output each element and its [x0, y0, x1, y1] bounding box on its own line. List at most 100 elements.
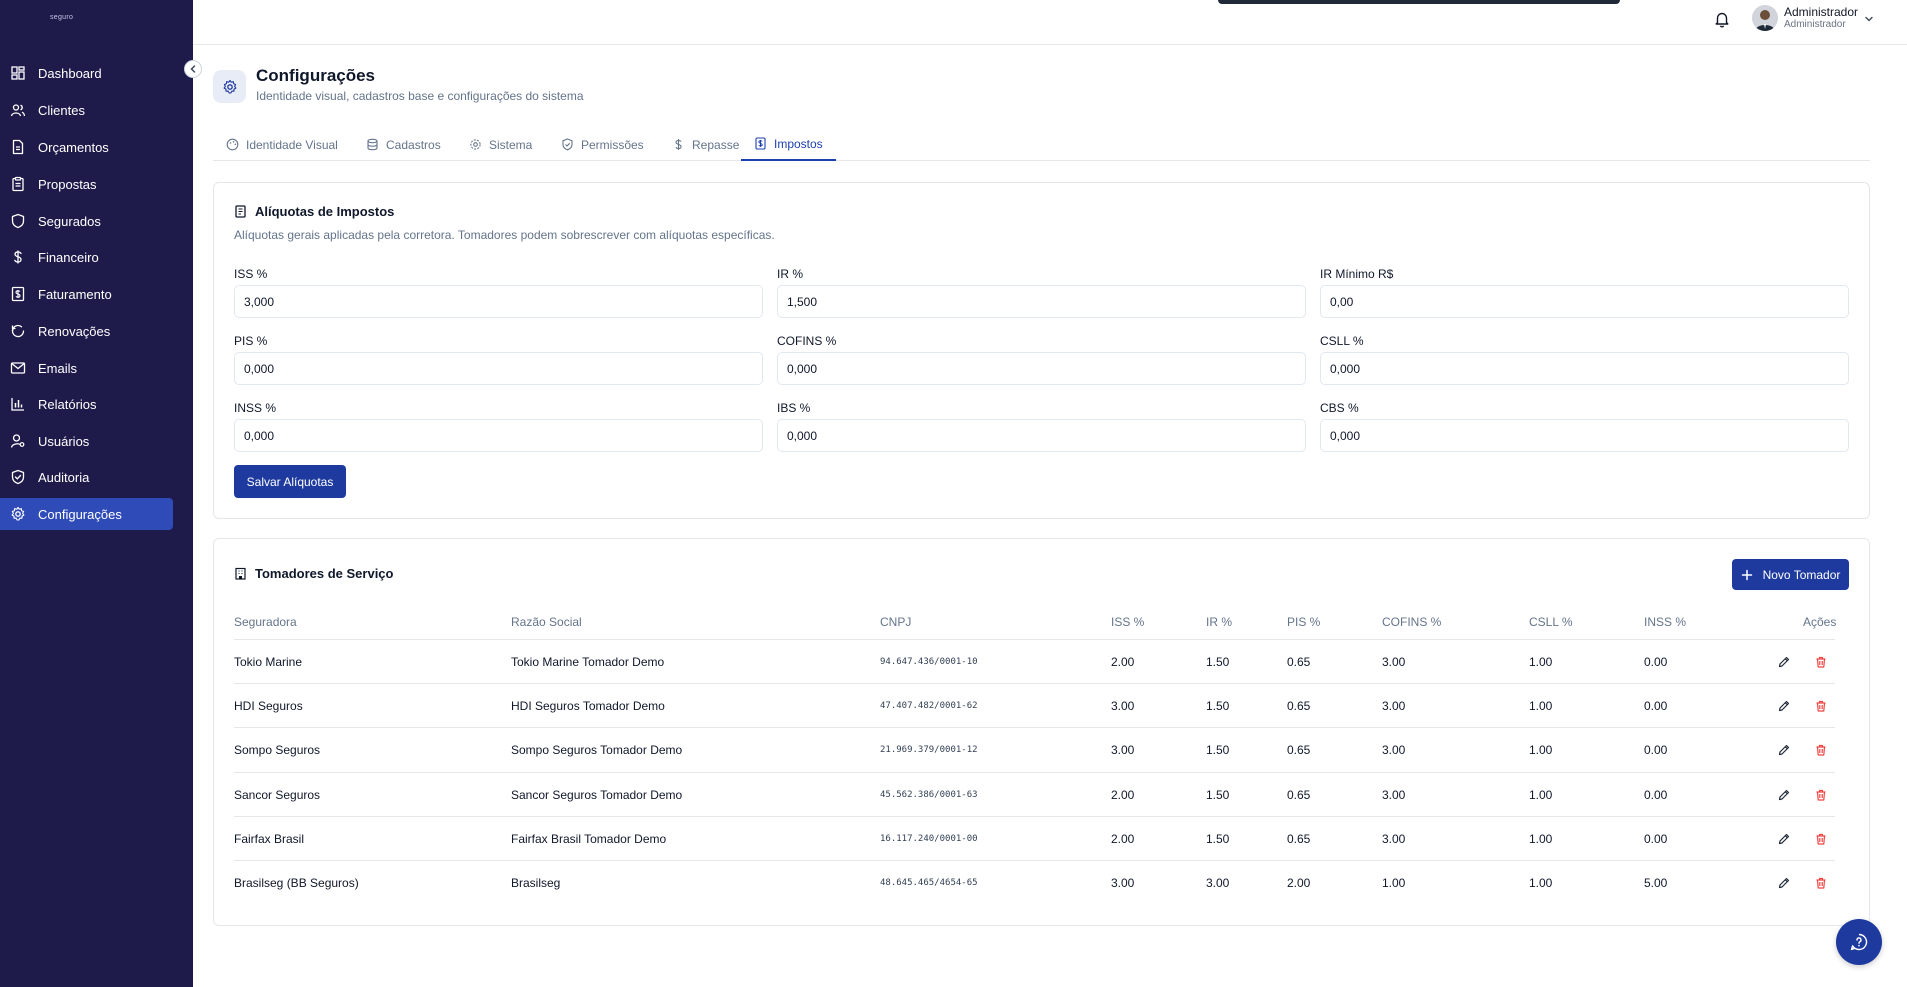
user-name[interactable]: Administrador [1784, 5, 1858, 19]
cell-inss: 0.00 [1644, 787, 1668, 802]
sidebar-item-renovacoes[interactable]: Renovações [0, 315, 173, 347]
sidebar-item-emails[interactable]: Emails [0, 352, 173, 384]
sidebar-item-relatorios[interactable]: Relatórios [0, 388, 173, 420]
cell-csll: 1.00 [1529, 831, 1553, 846]
trash-icon [1816, 877, 1826, 889]
file-icon [12, 139, 24, 155]
cell-razao-social: Sompo Seguros Tomador Demo [511, 743, 683, 758]
sidebar-item-label: Orçamentos [38, 139, 109, 155]
sidebar-item-label: Propostas [38, 176, 97, 192]
help-button[interactable] [1836, 919, 1882, 965]
cell-seguradora: HDI Seguros [234, 699, 303, 714]
dollar-icon [675, 139, 682, 150]
cell-csll: 1.00 [1529, 876, 1553, 890]
delete-button[interactable] [1812, 741, 1830, 759]
edit-button[interactable] [1775, 741, 1793, 759]
tab-cadastros[interactable]: Cadastros [366, 128, 441, 161]
sidebar-item-configuracoes[interactable]: Configurações [0, 498, 173, 530]
ir-field[interactable] [777, 285, 1306, 318]
cell-iss: 2.00 [1111, 787, 1135, 802]
inss-field[interactable] [234, 419, 763, 452]
service-takers-title: Tomadores de Serviço [234, 566, 393, 581]
bell-icon[interactable] [1713, 10, 1731, 28]
cell-inss: 5.00 [1644, 876, 1668, 890]
edit-button[interactable] [1775, 653, 1793, 671]
settings-tabs: Identidade Visual Cadastros Sistema Permiss… [213, 128, 1870, 161]
cell-iss: 3.00 [1111, 699, 1135, 714]
new-taker-button[interactable]: Novo Tomador [1732, 559, 1849, 590]
edit-button[interactable] [1775, 874, 1793, 892]
cell-razao-social: Sancor Seguros Tomador Demo [511, 787, 683, 802]
cofins-field[interactable] [777, 352, 1306, 385]
edit-button[interactable] [1775, 786, 1793, 804]
pis-field[interactable] [234, 352, 763, 385]
cell-ir: 1.50 [1206, 655, 1230, 669]
sidebar-collapse-button[interactable] [184, 60, 202, 78]
cell-seguradora: Sompo Seguros [234, 743, 321, 758]
delete-button[interactable] [1812, 697, 1830, 715]
tab-sistema[interactable]: Sistema [469, 128, 532, 161]
plus-icon [1741, 569, 1752, 580]
edit-button[interactable] [1775, 830, 1793, 848]
bar-chart-icon [11, 398, 24, 411]
trash-icon [1816, 833, 1826, 845]
sidebar-item-label: Usuários [38, 433, 90, 449]
sidebar-item-financeiro[interactable]: Financeiro [0, 241, 173, 273]
sidebar-item-clientes[interactable]: Clientes [0, 94, 173, 126]
cell-cofins: 1.00 [1382, 876, 1406, 890]
shield-icon [11, 213, 25, 229]
sidebar-item-propostas[interactable]: Propostas [0, 168, 173, 200]
cbs-field[interactable] [1320, 419, 1849, 452]
delete-button[interactable] [1812, 830, 1830, 848]
trash-icon [1816, 745, 1826, 756]
tax-rates-title: Alíquotas de Impostos [234, 204, 394, 219]
edit-button[interactable] [1775, 697, 1793, 715]
receipt-icon [11, 286, 25, 302]
sidebar-item-usuarios[interactable]: Usuários [0, 425, 173, 457]
cell-iss: 2.00 [1111, 831, 1135, 846]
sidebar: seguro Dashboard Clientes Orçamentos Propos… [0, 0, 193, 987]
ir-m-nimo-r-field[interactable] [1320, 285, 1849, 318]
delete-button[interactable] [1812, 653, 1830, 671]
sidebar-item-faturamento[interactable]: Faturamento [0, 278, 173, 310]
sidebar-item-label: Dashboard [38, 65, 102, 81]
cell-cnpj: 47.407.482/0001-62 [880, 701, 978, 712]
cell-pis: 0.65 [1287, 655, 1311, 669]
sidebar-item-orcamentos[interactable]: Orçamentos [0, 131, 173, 163]
delete-button[interactable] [1812, 874, 1830, 892]
table-row: Sompo Seguros Sompo Seguros Tomador Demo 2… [234, 727, 1835, 771]
cell-iss: 2.00 [1111, 655, 1135, 669]
ibs-label: IBS % [777, 401, 811, 415]
table-row: HDI Seguros HDI Seguros Tomador Demo 47.40… [234, 683, 1835, 727]
save-rates-button[interactable]: Salvar Alíquotas [234, 465, 346, 498]
trash-icon [1816, 701, 1826, 712]
receipt-icon [755, 137, 766, 150]
pencil-icon [1778, 701, 1790, 712]
sidebar-item-dashboard[interactable]: Dashboard [0, 57, 173, 89]
column-header-acoes: Ações [1803, 615, 1837, 629]
avatar[interactable] [1752, 5, 1778, 31]
chevron-down-icon[interactable] [1863, 13, 1875, 25]
page-title: Configurações [256, 66, 376, 85]
page-subtitle: Identidade visual, cadastros base e conf… [256, 89, 584, 103]
sidebar-item-auditoria[interactable]: Auditoria [0, 461, 173, 493]
ir-label: IR % [777, 267, 804, 281]
column-header-seguradora: Seguradora [234, 615, 297, 629]
tab-permissoes[interactable]: Permissões [561, 128, 644, 161]
tab-repasse[interactable]: Repasse [672, 128, 739, 161]
user-key-icon [10, 434, 25, 448]
pencil-icon [1778, 877, 1790, 889]
ir-m-nimo-r-label: IR Mínimo R$ [1320, 267, 1394, 281]
cell-csll: 1.00 [1529, 787, 1553, 802]
tab-identidade-visual[interactable]: Identidade Visual [226, 128, 338, 161]
cell-seguradora: Sancor Seguros [234, 787, 321, 802]
iss-field[interactable] [234, 285, 763, 318]
delete-button[interactable] [1812, 786, 1830, 804]
tab-impostos[interactable]: Impostos [741, 128, 836, 161]
top-bar [193, 0, 1907, 45]
csll-field[interactable] [1320, 352, 1849, 385]
sidebar-item-segurados[interactable]: Segurados [0, 205, 173, 237]
ibs-field[interactable] [777, 419, 1306, 452]
cell-csll: 1.00 [1529, 655, 1553, 669]
cell-cofins: 3.00 [1382, 743, 1406, 758]
